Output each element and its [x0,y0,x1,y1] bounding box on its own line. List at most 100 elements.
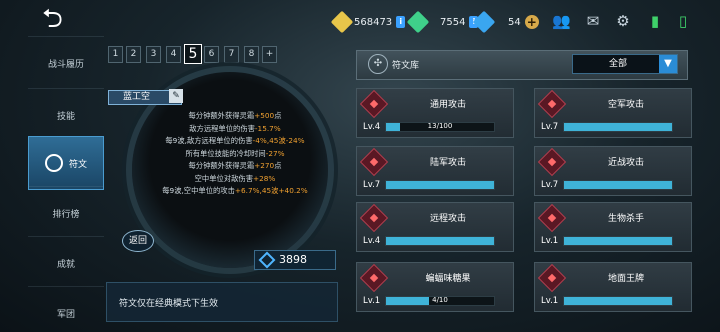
cost-value: 3898 [279,253,307,266]
mail-icon[interactable]: ✉ [584,12,602,30]
stat-text: 每9波,空中单位的攻击 [162,186,235,195]
rune-level: Lv.1 [541,236,559,246]
friends-icon[interactable]: 👥 [552,12,571,30]
green-resource: 7554 i [406,10,479,34]
back-arrow-icon[interactable]: ⮌ [42,6,72,32]
battery-icon: ▯ [678,12,688,30]
rune-card[interactable]: 通用攻击 Lv.4 13/100 [356,88,514,138]
sidebar-item-battle-history[interactable]: 战斗履历 [28,36,104,90]
green-count: 7554 [440,16,466,28]
rune-progress-bar: 13/100 [385,122,495,132]
sidebar-item-achievements[interactable]: 成就 [28,236,104,290]
rune-library-icon: ✣ [368,54,388,74]
rune-level: Lv.7 [541,180,559,190]
stat-text: 点 [274,111,282,120]
rune-card[interactable]: 空军攻击 Lv.7 [534,88,692,138]
edit-icon[interactable]: ✎ [169,89,183,103]
stat-value: +270 [254,161,275,170]
sidebar-item-label: 成就 [56,260,75,270]
chevron-down-icon[interactable]: ▼ [659,55,677,73]
rune-progress-text: 4/10 [432,296,448,304]
blue-crystal-icon [472,10,496,34]
stat-text: 点 [274,161,282,170]
rune-page-tab-6[interactable]: 6 [204,46,219,63]
rune-icon [537,89,567,119]
stat-value: +6.7%,45波+40.2% [234,186,308,195]
rune-note: 符文仅在经典模式下生效 [106,282,338,322]
rune-page-tab-7[interactable]: 7 [224,46,239,63]
rune-name: 通用攻击 [429,100,466,110]
rune-level: Lv.7 [363,180,381,190]
rune-icon [359,203,389,233]
sidebar-item-label: 技能 [56,112,75,122]
rune-level: Lv.4 [363,122,381,132]
stat-value: -27% [265,148,285,158]
blue-resource: 54 + [472,10,539,34]
rune-page-tab-5[interactable]: 5 [184,44,202,64]
gear-icon[interactable]: ⚙ [614,12,632,30]
sidebar-item-skills[interactable]: 技能 [28,88,104,142]
rune-name: 近战攻击 [607,158,644,168]
rune-page-tab-2[interactable]: 2 [126,46,141,63]
rune-name: 地面王牌 [607,274,644,284]
rune-icon [537,263,567,293]
gold-info-icon[interactable]: i [396,16,406,28]
stat-line: 所有单位技能的冷却时间-27% [150,148,320,161]
rune-cost: 3898 [254,250,336,270]
rune-page-tab-8[interactable]: 8 [244,46,259,63]
rune-card[interactable]: 近战攻击 Lv.7 [534,146,692,196]
stat-line: 每9波,敌方远程单位的伤害-4%,45波-24% [150,135,320,148]
rune-page-tab-1[interactable]: 1 [108,46,123,63]
rune-progress-bar: 4/10 [385,296,495,306]
rune-progress-bar [563,296,673,306]
rune-card[interactable]: 陆军攻击 Lv.7 [356,146,514,196]
rune-card[interactable]: 地面王牌 Lv.1 [534,262,692,312]
rune-level: Lv.1 [363,296,381,306]
sidebar-item-leaderboard[interactable]: 排行榜 [28,186,104,240]
rune-name: 陆军攻击 [429,158,466,168]
rune-progress-bar [385,236,495,246]
sidebar-item-label: 战斗履历 [47,60,84,70]
rune-progress-bar [563,122,673,132]
stat-value: -15.7% [254,123,281,133]
stat-value: +28% [253,173,276,183]
sidebar-item-legion[interactable]: 军团 [28,286,104,332]
sidebar-item-label: 军团 [56,310,75,320]
stat-text: 空中单位对敌伤害 [194,173,254,183]
gold-resource: 568473 i [330,10,406,34]
sidebar-item-label: 排行榜 [52,210,80,220]
rune-icon [537,147,567,177]
stat-line: 每分钟额外获得灵霜+500点 [150,110,320,123]
stat-value: -4%,45波-24% [252,136,305,145]
rune-card[interactable]: 生物杀手 Lv.1 [534,202,692,252]
rune-filter-select[interactable]: 全部 ▼ [572,54,678,74]
stat-value: +500 [254,111,275,120]
stat-line: 空中单位对敌伤害+28% [150,173,320,186]
rune-page-tab-4[interactable]: 4 [166,46,181,63]
rune-library-title: 符文库 [392,61,420,71]
add-currency-button[interactable]: + [524,15,539,29]
back-button[interactable]: 返回 [122,230,154,252]
crystal-icon [258,251,276,269]
rune-stats: 每分钟额外获得灵霜+500点 敌方远程单位的伤害-15.7% 每9波,敌方远程单位的… [150,110,320,198]
blue-count: 54 [508,16,521,28]
gold-crystal-icon [330,10,354,34]
rune-page-tab-3[interactable]: 3 [146,46,161,63]
rune-name: 生物杀手 [607,214,644,224]
sidebar-item-runes[interactable]: 符文 [28,136,104,190]
gold-count: 568473 [354,16,393,28]
rune-progress-bar [385,180,495,190]
rune-name: 蝙蝠味糖果 [425,274,471,284]
rune-progress-bar [563,236,673,246]
rune-card[interactable]: 蝙蝠味糖果 Lv.1 4/10 [356,262,514,312]
rune-card[interactable]: 远程攻击 Lv.4 [356,202,514,252]
stat-text: 每分钟额外获得灵霜 [188,111,255,120]
sidebar-item-label: 符文 [68,159,87,170]
add-page-button[interactable]: + [262,46,277,63]
stat-line: 每9波,空中单位的攻击+6.7%,45波+40.2% [150,185,320,198]
rune-progress-text: 13/100 [427,122,453,130]
rune-name: 远程攻击 [429,214,466,224]
rune-icon [359,89,389,119]
rune-icon [359,147,389,177]
stat-line: 敌方远程单位的伤害-15.7% [150,123,320,136]
